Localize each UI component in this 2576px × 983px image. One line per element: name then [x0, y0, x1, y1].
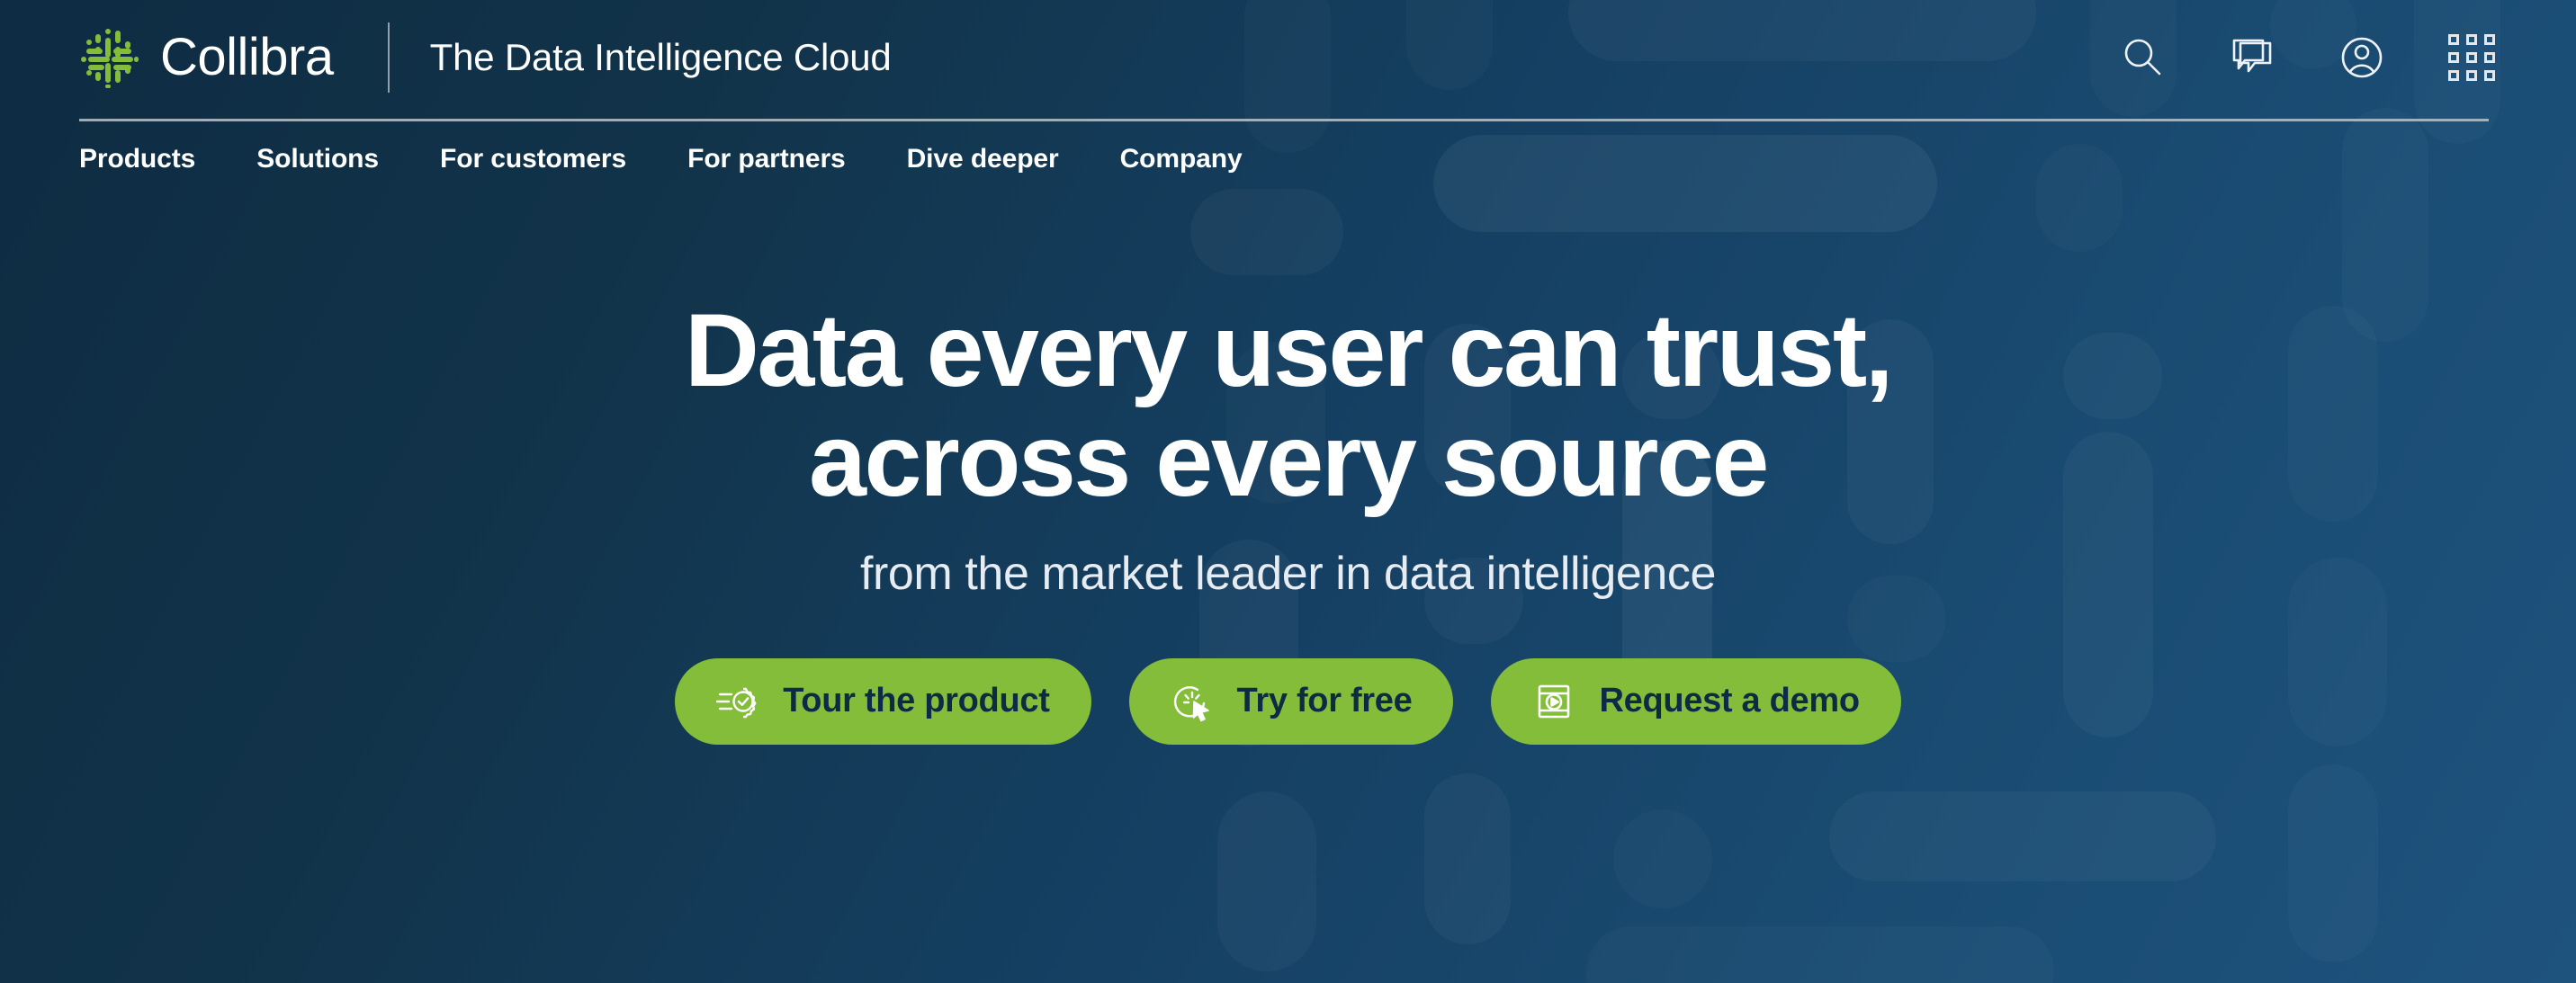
brand-divider	[387, 22, 390, 93]
header-divider	[79, 119, 2489, 121]
brand-tagline: The Data Intelligence Cloud	[429, 36, 892, 78]
tour-the-product-button[interactable]: Tour the product	[675, 657, 1091, 745]
hero-title-line-2: across every source	[809, 402, 1769, 518]
apps-grid-glyph	[2448, 34, 2495, 81]
try-for-free-button[interactable]: Try for free	[1128, 657, 1454, 745]
try-for-free-label: Try for free	[1236, 682, 1413, 720]
video-play-icon	[1539, 684, 1570, 719]
nav-item-for-customers[interactable]: For customers	[440, 144, 626, 174]
click-cursor-icon	[1173, 685, 1209, 722]
chat-icon[interactable]	[2227, 32, 2277, 83]
collibra-logo-icon	[81, 29, 139, 88]
nav-item-products[interactable]: Products	[79, 144, 195, 174]
nav-item-company[interactable]: Company	[1120, 144, 1243, 174]
main-navigation: Products Solutions For customers For par…	[79, 144, 1243, 174]
hero-section: Data every user can trust, across every …	[0, 296, 2576, 745]
nav-item-dive-deeper[interactable]: Dive deeper	[907, 144, 1059, 174]
hero-title-line-1: Data every user can trust,	[684, 293, 1894, 408]
nav-item-for-partners[interactable]: For partners	[687, 144, 846, 174]
top-bar-icons	[2117, 32, 2497, 83]
brand-lockup[interactable]: Collibra	[79, 0, 334, 115]
search-icon[interactable]	[2117, 32, 2168, 83]
hero-page: Collibra The Data Intelligence Cloud Pro…	[0, 0, 2576, 983]
hero-subtitle: from the market leader in data intellige…	[859, 547, 1717, 600]
apps-grid-icon[interactable]	[2446, 32, 2497, 83]
account-icon[interactable]	[2337, 32, 2387, 83]
gear-check-icon	[716, 687, 757, 718]
top-bar: Collibra The Data Intelligence Cloud	[0, 0, 2576, 115]
brand-name: Collibra	[160, 28, 334, 86]
request-a-demo-label: Request a demo	[1599, 682, 1860, 720]
nav-item-solutions[interactable]: Solutions	[256, 144, 379, 174]
hero-cta-row: Tour the product Try for free Request a …	[0, 657, 2576, 745]
request-a-demo-button[interactable]: Request a demo	[1491, 657, 1901, 745]
hero-title: Data every user can trust, across every …	[0, 296, 2576, 518]
tour-the-product-label: Tour the product	[783, 682, 1050, 720]
